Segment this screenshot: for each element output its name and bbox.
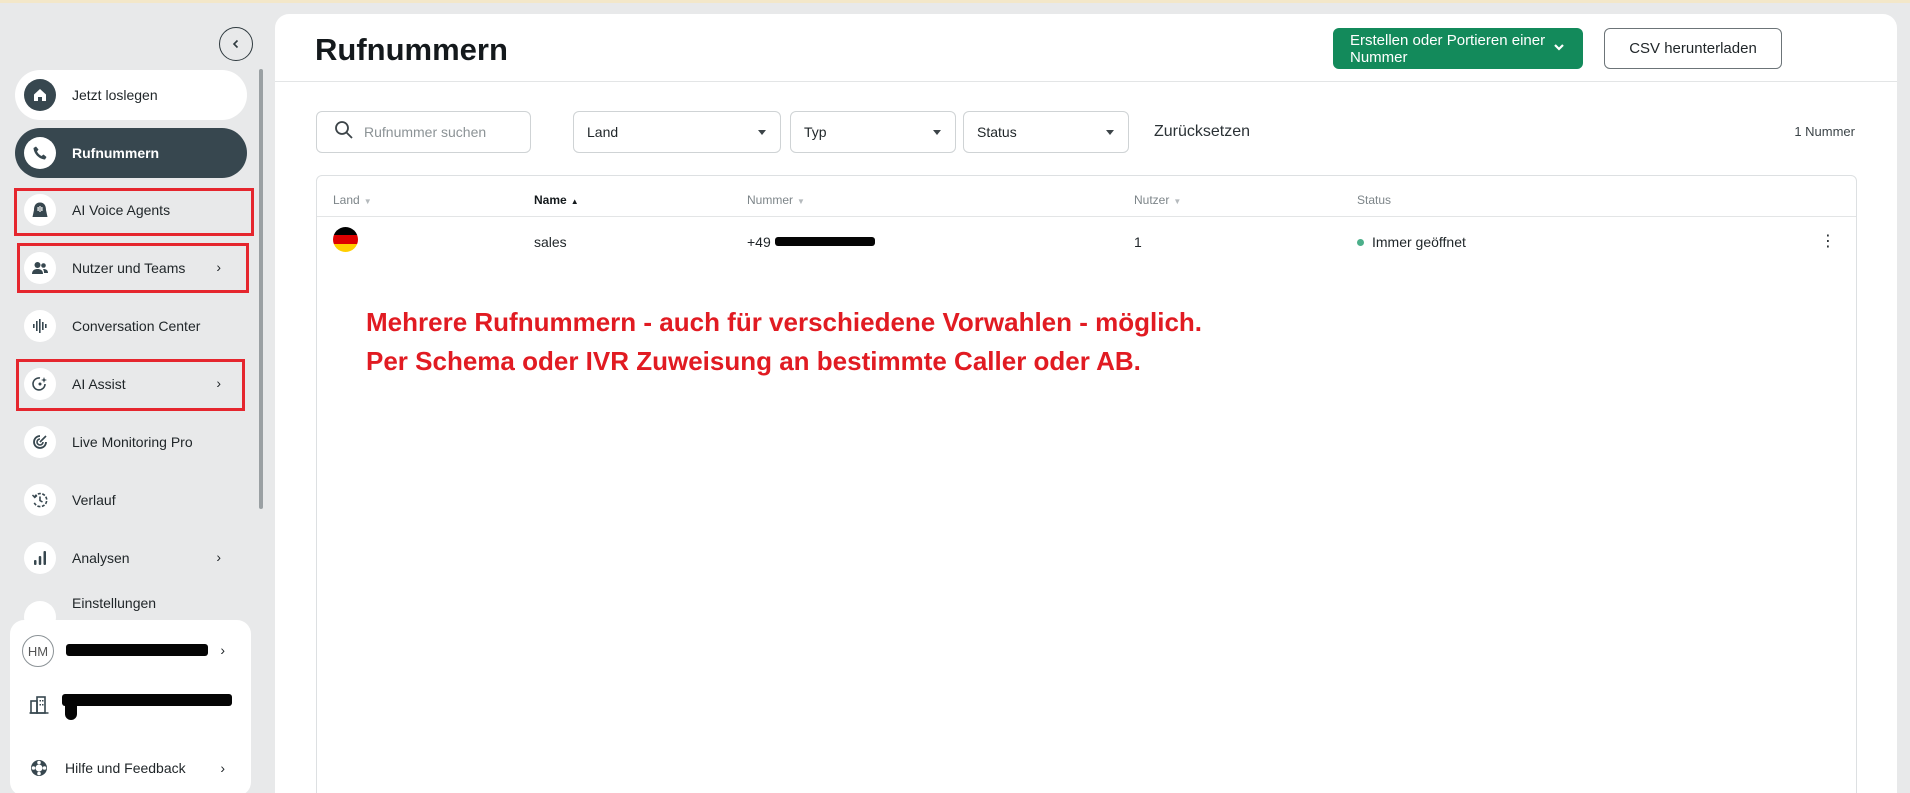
sidebar-item-conversation-center[interactable]: Conversation Center [15, 301, 247, 351]
sort-icon: ▼ [1173, 197, 1182, 206]
cell-users: 1 [1134, 234, 1142, 250]
sidebar-item-verlauf[interactable]: Verlauf [15, 475, 247, 525]
settings-icon [24, 601, 56, 621]
search-input[interactable] [364, 124, 524, 140]
highlight-box [16, 359, 245, 411]
redacted-company-name [62, 694, 232, 706]
sidebar-item-label: Live Monitoring Pro [72, 434, 193, 450]
search-icon [334, 120, 354, 145]
main-panel: Rufnummern Erstellen oder Portieren eine… [275, 14, 1897, 793]
sidebar-item-label: Analysen [72, 550, 130, 566]
sidebar-item-rufnummern[interactable]: Rufnummern [15, 128, 247, 178]
chevron-down-icon [1552, 40, 1566, 58]
chevron-right-icon[interactable]: › [220, 642, 225, 658]
caret-down-icon [1106, 130, 1114, 135]
highlight-box [14, 188, 254, 236]
cell-number: +49 [747, 234, 771, 250]
sort-asc-icon: ▲ [570, 197, 579, 206]
result-count: 1 Nummer [1794, 124, 1855, 139]
cell-name: sales [534, 234, 567, 250]
annotation-text: Mehrere Rufnummern - auch für verschiede… [366, 303, 1202, 381]
caret-down-icon [758, 130, 766, 135]
building-icon [29, 695, 49, 720]
status-dot [1357, 239, 1364, 246]
germany-flag-icon [333, 227, 358, 252]
table-row[interactable]: sales +49 1 Immer geöffnet ⋮ [317, 217, 1856, 267]
column-header-name[interactable]: Name ▲ [534, 193, 579, 207]
create-port-number-button[interactable]: Erstellen oder Portieren einer Nummer [1333, 28, 1583, 69]
typ-filter-select[interactable]: Typ [790, 111, 956, 153]
select-label: Typ [804, 124, 827, 140]
header-divider [275, 81, 1897, 82]
sidebar: Jetzt loslegen Rufnummern AI Voice Agent… [0, 3, 270, 793]
select-label: Land [587, 124, 619, 140]
sidebar-item-label: Jetzt loslegen [72, 87, 158, 103]
search-field[interactable] [316, 111, 531, 153]
csv-download-button[interactable]: CSV herunterladen [1604, 28, 1782, 69]
monitoring-icon [24, 426, 56, 458]
sort-icon: ▼ [363, 197, 372, 206]
sidebar-item-jetzt-loslegen[interactable]: Jetzt loslegen [15, 70, 247, 120]
chevron-left-icon [232, 39, 239, 49]
column-header-land[interactable]: Land ▼ [333, 193, 372, 207]
sidebar-scrollbar[interactable] [259, 69, 263, 509]
reset-filters-button[interactable]: Zurücksetzen [1154, 123, 1250, 141]
sidebar-item-einstellungen[interactable]: Einstellungen [15, 591, 247, 621]
column-header-nutzer[interactable]: Nutzer ▼ [1134, 193, 1181, 207]
bar-chart-icon [24, 542, 56, 574]
collapse-sidebar-button[interactable] [219, 27, 253, 61]
home-icon [24, 79, 56, 111]
numbers-table: Land ▼ Name ▲ Nummer ▼ Nutzer ▼ Status sales… [316, 175, 1857, 793]
sidebar-item-label: Rufnummern [72, 145, 160, 161]
top-strip [0, 0, 1910, 3]
avatar[interactable]: HM [22, 635, 54, 667]
sidebar-item-live-monitoring-pro[interactable]: Live Monitoring Pro [15, 417, 247, 467]
sidebar-item-label: Verlauf [72, 492, 116, 508]
column-header-nummer[interactable]: Nummer ▼ [747, 193, 805, 207]
annotation-line: Per Schema oder IVR Zuweisung an bestimm… [366, 346, 1141, 376]
more-options-icon[interactable]: ⋮ [1820, 231, 1836, 251]
land-filter-select[interactable]: Land [573, 111, 781, 153]
sidebar-item-label: Einstellungen [72, 595, 157, 611]
chevron-right-icon: › [216, 549, 221, 565]
select-label: Status [977, 124, 1017, 140]
cell-status: Immer geöffnet [1357, 234, 1466, 250]
waveform-icon [24, 310, 56, 342]
sort-icon: ▼ [797, 197, 805, 206]
page-title: Rufnummern [315, 32, 508, 67]
redacted-mark [65, 700, 77, 720]
annotation-line: Mehrere Rufnummern - auch für verschiede… [366, 307, 1203, 337]
redacted-number [775, 237, 875, 246]
status-filter-select[interactable]: Status [963, 111, 1129, 153]
chevron-right-icon: › [220, 760, 225, 776]
phone-icon [24, 137, 56, 169]
redacted-user-name [66, 644, 208, 656]
history-icon [24, 484, 56, 516]
sidebar-item-label: Conversation Center [72, 318, 201, 334]
sidebar-account-card: HM › Hilfe und Feedback › [10, 620, 251, 793]
button-label: Erstellen oder Portieren einer Nummer [1350, 31, 1546, 66]
help-feedback-link[interactable]: Hilfe und Feedback [65, 760, 186, 776]
help-icon [29, 758, 49, 783]
highlight-box [17, 243, 249, 293]
sidebar-item-analysen[interactable]: Analysen › [15, 533, 247, 583]
caret-down-icon [933, 130, 941, 135]
column-header-status: Status [1357, 193, 1392, 207]
